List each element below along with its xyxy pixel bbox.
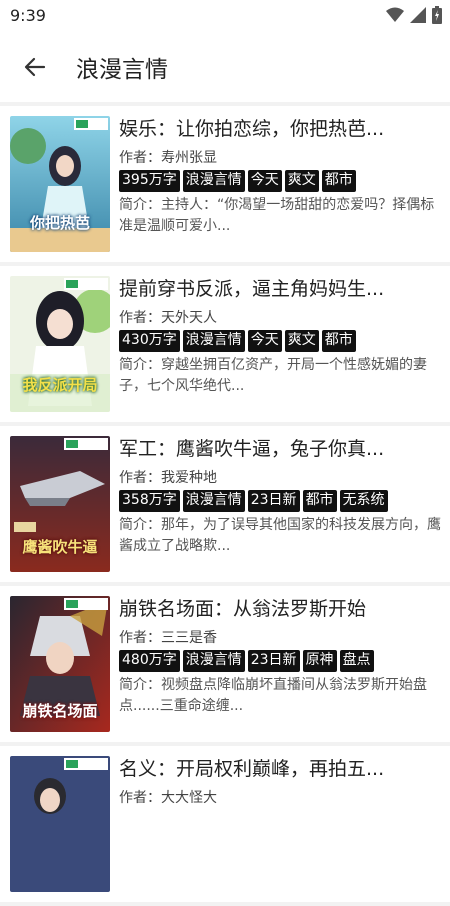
cover-title-text: 你把热芭 xyxy=(29,214,90,232)
book-cover[interactable]: 你把热芭 xyxy=(10,116,110,252)
tag-word-count: 358万字 xyxy=(119,490,180,512)
app-toolbar: 浪漫言情 xyxy=(0,32,450,102)
wifi-icon xyxy=(386,7,404,27)
book-author: 作者：寿州张显 xyxy=(119,150,217,166)
tag-theme: 盘点 xyxy=(339,650,374,672)
book-title: 军工：鹰酱吹牛逼，兔子你真... xyxy=(119,438,385,460)
book-intro: 简介：穿越坐拥百亿资产，开局一个性感妩媚的妻子，七个风华绝代... xyxy=(119,357,427,394)
book-author: 作者：大大怪大 xyxy=(119,790,217,806)
tag-word-count: 480万字 xyxy=(119,650,180,672)
book-tags: 480万字 浪漫言情 23日新 原神 盘点 xyxy=(119,650,441,672)
book-cover[interactable]: 鹰酱吹牛逼 xyxy=(10,436,110,572)
book-author: 作者：天外天人 xyxy=(119,310,217,326)
book-title: 名义：开局权利巅峰，再拍五... xyxy=(119,758,385,780)
tag-genre: 爽文 xyxy=(284,170,319,192)
book-title: 提前穿书反派，逼主角妈妈生... xyxy=(119,278,385,300)
arrow-left-icon xyxy=(24,57,46,77)
book-item[interactable]: 鹰酱吹牛逼 军工：鹰酱吹牛逼，兔子你真... 作者：我爱种地 358万字 浪漫言… xyxy=(0,426,450,582)
book-intro: 简介：视频盘点降临崩坏直播间从翁法罗斯开始盘点......三重命途缠... xyxy=(119,677,427,714)
tag-category: 浪漫言情 xyxy=(182,330,245,352)
tag-update: 今天 xyxy=(247,330,282,352)
book-list: 你把热芭 娱乐：让你拍恋综，你把热芭... 作者：寿州张显 395万字 浪漫言情… xyxy=(0,106,450,906)
book-author: 作者：我爱种地 xyxy=(119,470,217,486)
tag-category: 浪漫言情 xyxy=(182,490,245,512)
tag-genre: 原神 xyxy=(302,650,337,672)
book-tags: 430万字 浪漫言情 今天 爽文 都市 xyxy=(119,330,441,352)
book-intro: 简介：那年，为了误导其他国家的科技发展方向，鹰酱成立了战略欺... xyxy=(119,517,441,554)
book-intro: 简介：主持人：“你渴望一场甜甜的恋爱吗？择偶标准是温顺可爱小... xyxy=(119,197,435,234)
book-item[interactable]: 你把热芭 娱乐：让你拍恋综，你把热芭... 作者：寿州张显 395万字 浪漫言情… xyxy=(0,106,450,262)
tag-update: 今天 xyxy=(247,170,282,192)
cover-title-text: 我反派开局 xyxy=(22,376,98,394)
tag-theme: 都市 xyxy=(321,330,356,352)
book-tags: 358万字 浪漫言情 23日新 都市 无系统 xyxy=(119,490,441,512)
tag-genre: 爽文 xyxy=(284,330,319,352)
battery-icon xyxy=(432,6,442,28)
back-button[interactable] xyxy=(18,50,52,84)
tag-update: 23日新 xyxy=(247,650,300,672)
status-icons xyxy=(386,6,442,28)
tag-word-count: 430万字 xyxy=(119,330,180,352)
book-cover[interactable] xyxy=(10,756,110,892)
tag-theme: 都市 xyxy=(321,170,356,192)
book-item[interactable]: 我反派开局 提前穿书反派，逼主角妈妈生... 作者：天外天人 430万字 浪漫言… xyxy=(0,266,450,422)
book-author: 作者：三三是香 xyxy=(119,630,217,646)
book-cover[interactable]: 我反派开局 xyxy=(10,276,110,412)
cover-title-text: 崩铁名场面 xyxy=(22,702,98,720)
tag-word-count: 395万字 xyxy=(119,170,180,192)
book-cover[interactable]: 崩铁名场面 xyxy=(10,596,110,732)
status-bar: 9:39 xyxy=(0,0,450,32)
cover-title-text: 鹰酱吹牛逼 xyxy=(22,538,98,556)
tag-category: 浪漫言情 xyxy=(182,650,245,672)
book-tags: 395万字 浪漫言情 今天 爽文 都市 xyxy=(119,170,441,192)
tag-genre: 都市 xyxy=(302,490,337,512)
book-title: 娱乐：让你拍恋综，你把热芭... xyxy=(119,118,385,140)
book-item[interactable]: 名义：开局权利巅峰，再拍五... 作者：大大怪大 xyxy=(0,746,450,902)
book-title: 崩铁名场面：从翁法罗斯开始 xyxy=(119,598,367,620)
book-item[interactable]: 崩铁名场面 崩铁名场面：从翁法罗斯开始 作者：三三是香 480万字 浪漫言情 2… xyxy=(0,586,450,742)
tag-category: 浪漫言情 xyxy=(182,170,245,192)
signal-icon xyxy=(410,7,426,27)
page-title: 浪漫言情 xyxy=(76,57,168,83)
tag-update: 23日新 xyxy=(247,490,300,512)
status-time: 9:39 xyxy=(10,6,46,25)
tag-theme: 无系统 xyxy=(339,490,388,512)
